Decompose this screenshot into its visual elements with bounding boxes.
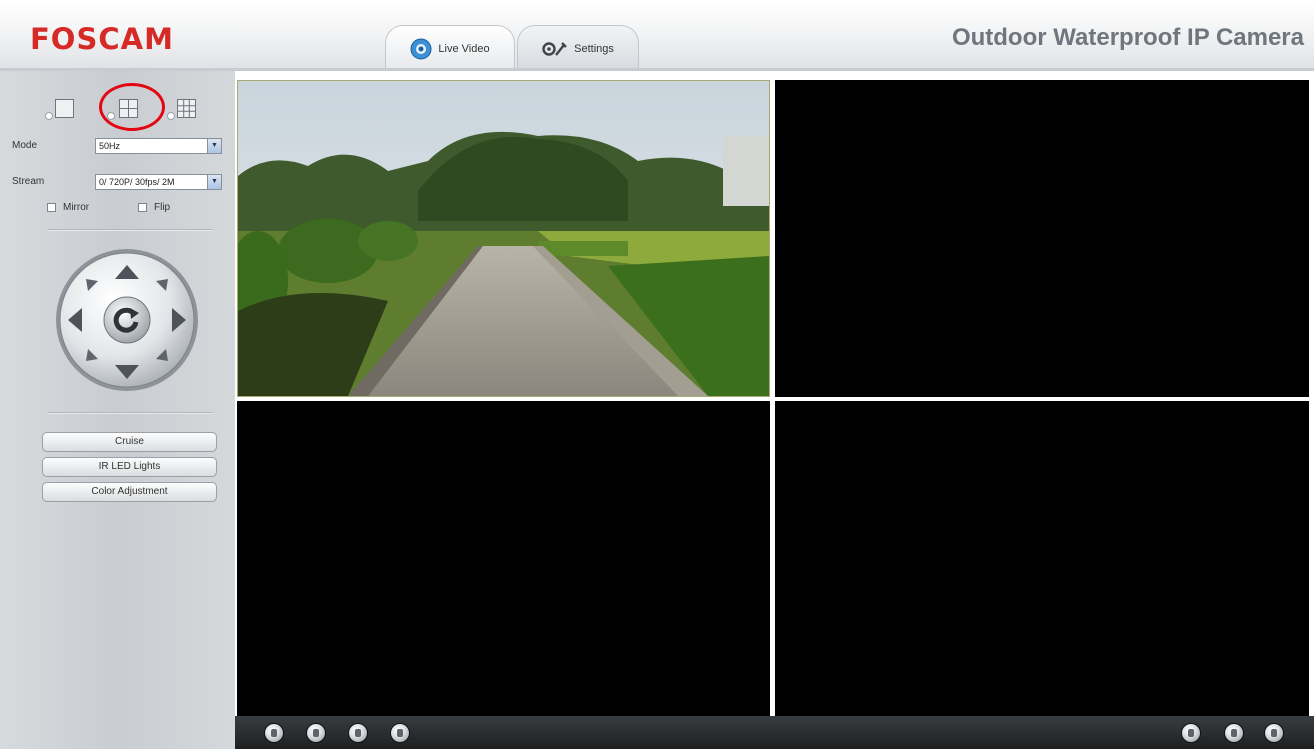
wrench-gear-icon <box>542 40 568 58</box>
stream-label: Stream <box>12 176 45 187</box>
ptz-up-right-arrow-icon[interactable] <box>152 277 170 295</box>
color-adjustment-button[interactable]: Color Adjustment <box>42 482 217 502</box>
video-pane-3[interactable] <box>237 401 770 716</box>
ptz-up-left-arrow-icon[interactable] <box>84 277 102 295</box>
flip-option[interactable]: Flip <box>138 202 188 216</box>
mode-row: Mode 50Hz ▼ <box>12 138 222 154</box>
view-layout-selector <box>45 96 215 122</box>
fullscreen-icon[interactable] <box>1264 723 1284 743</box>
quad-view-icon <box>119 99 138 118</box>
talk-icon[interactable] <box>348 723 368 743</box>
tab-settings[interactable]: Settings <box>517 25 639 71</box>
ptz-control-wheel <box>54 247 200 393</box>
cruise-button[interactable]: Cruise <box>42 432 217 452</box>
control-sidebar: Mode 50Hz ▼ Stream 0/ 720P/ 30fps/ 2M ▼ … <box>0 71 235 749</box>
stream-select[interactable]: 0/ 720P/ 30fps/ 2M ▼ <box>95 174 222 190</box>
ptz-down-arrow-icon[interactable] <box>112 361 142 381</box>
mode-label: Mode <box>12 140 38 151</box>
stream-row: Stream 0/ 720P/ 30fps/ 2M ▼ <box>12 174 222 190</box>
tab-live-video[interactable]: Live Video <box>385 25 515 71</box>
video-grid <box>235 78 1314 716</box>
flip-label: Flip <box>154 202 171 213</box>
audio-icon[interactable] <box>390 723 410 743</box>
chevron-down-icon: ▼ <box>207 175 221 189</box>
layout-option-quad[interactable] <box>103 96 138 122</box>
layout-option-single[interactable] <box>45 96 75 122</box>
layout-nine-radio[interactable] <box>167 112 175 120</box>
record-icon[interactable] <box>1224 723 1244 743</box>
video-pane-4[interactable] <box>775 401 1309 716</box>
ptz-down-right-arrow-icon[interactable] <box>152 345 170 363</box>
nine-view-icon <box>177 99 196 118</box>
single-view-icon <box>55 99 74 118</box>
ptz-down-left-arrow-icon[interactable] <box>84 345 102 363</box>
tab-live-video-label: Live Video <box>438 42 490 55</box>
ptz-up-arrow-icon[interactable] <box>112 263 142 283</box>
sidebar-divider <box>48 229 213 230</box>
layout-single-radio[interactable] <box>45 112 53 120</box>
camera-feed-image <box>238 81 769 396</box>
stream-select-value: 0/ 720P/ 30fps/ 2M <box>99 177 175 187</box>
chevron-down-icon: ▼ <box>207 139 221 153</box>
foscam-logo: FOSCAM <box>30 22 174 56</box>
ir-led-lights-button[interactable]: IR LED Lights <box>42 457 217 477</box>
mirror-option[interactable]: Mirror <box>47 202 107 216</box>
webcam-icon <box>410 38 432 60</box>
app-header: FOSCAM Live Video Settings Outdoor Water… <box>0 0 1314 71</box>
mode-select-value: 50Hz <box>99 141 121 151</box>
snapshot-icon[interactable] <box>1181 723 1201 743</box>
play-icon[interactable] <box>264 723 284 743</box>
video-control-bar <box>235 716 1314 749</box>
video-pane-1[interactable] <box>237 80 770 397</box>
layout-option-nine[interactable] <box>167 96 207 122</box>
ptz-home-icon[interactable] <box>109 302 145 338</box>
stop-icon[interactable] <box>306 723 326 743</box>
mirror-label: Mirror <box>63 202 90 213</box>
flip-checkbox[interactable] <box>138 203 147 212</box>
sidebar-divider <box>48 412 213 413</box>
ptz-left-arrow-icon[interactable] <box>66 305 86 335</box>
mode-select[interactable]: 50Hz ▼ <box>95 138 222 154</box>
video-pane-2[interactable] <box>775 80 1309 397</box>
tab-settings-label: Settings <box>574 42 614 55</box>
mirror-checkbox[interactable] <box>47 203 56 212</box>
ptz-right-arrow-icon[interactable] <box>168 305 188 335</box>
layout-quad-radio[interactable] <box>107 112 115 120</box>
product-title: Outdoor Waterproof IP Camera <box>951 24 1304 51</box>
